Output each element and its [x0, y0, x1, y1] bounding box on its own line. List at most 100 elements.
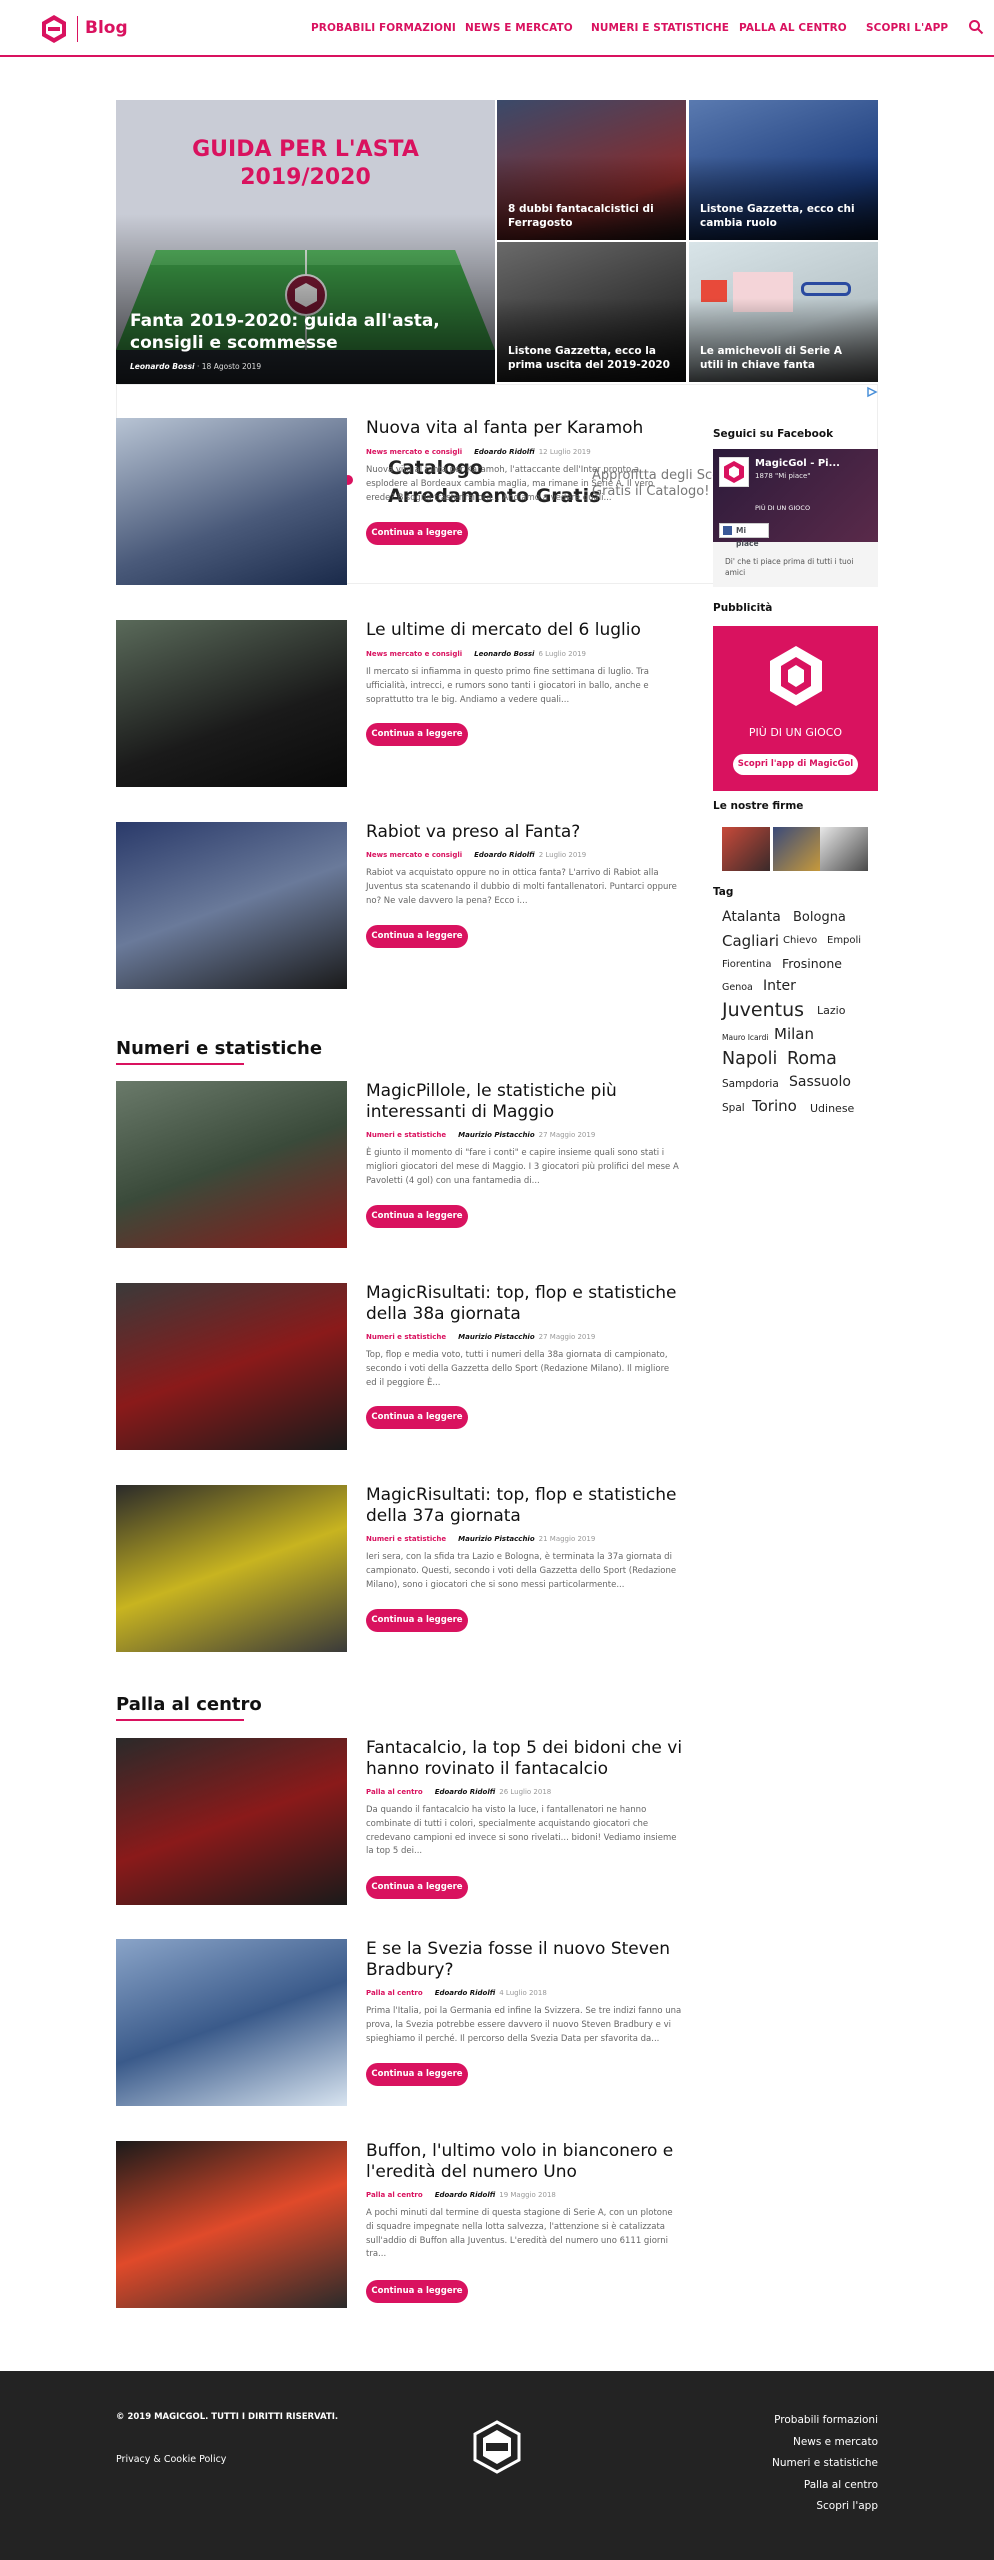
tag-link[interactable]: Juventus	[722, 999, 804, 1021]
article-title[interactable]: Le ultime di mercato del 6 luglio	[366, 620, 686, 641]
nav-numeri-e-statistiche[interactable]: NUMERI E STATISTICHE	[591, 22, 729, 34]
ad-choices-icon[interactable]	[866, 386, 878, 398]
tag-link[interactable]: Cagliari	[722, 932, 779, 950]
tag-link[interactable]: Frosinone	[782, 956, 842, 971]
article-author[interactable]: Edoardo Ridolfi	[435, 1788, 496, 1796]
tag-link[interactable]: Chievo	[783, 935, 817, 946]
tag-link[interactable]: Napoli	[722, 1049, 777, 1069]
article-title[interactable]: E se la Svezia fosse il nuovo Steven Bra…	[366, 1939, 686, 1982]
tag-link[interactable]: Inter	[763, 978, 796, 994]
tag-link[interactable]: Lazio	[817, 1004, 845, 1017]
nav-scopri-app[interactable]: SCOPRI L'APP	[866, 22, 948, 34]
facebook-page-avatar[interactable]	[719, 457, 749, 487]
hero-tile-1[interactable]: 8 dubbi fantacalcistici di Ferragosto	[497, 100, 686, 240]
article-title[interactable]: Buffon, l'ultimo volo in bianconero e l'…	[366, 2141, 686, 2184]
tag-link[interactable]: Sampdoria	[722, 1078, 779, 1090]
tag-link[interactable]: Bologna	[793, 910, 846, 925]
article-category[interactable]: News mercato e consigli	[366, 650, 462, 658]
read-more-button[interactable]: Continua a leggere	[366, 522, 468, 545]
article-image[interactable]	[116, 1081, 347, 1248]
search-icon[interactable]	[968, 19, 984, 35]
article-image[interactable]	[116, 822, 347, 989]
read-more-button[interactable]: Continua a leggere	[366, 925, 468, 948]
article-image[interactable]	[116, 2141, 347, 2308]
article-category[interactable]: News mercato e consigli	[366, 448, 462, 456]
tag-link[interactable]: Mauro Icardi	[722, 1033, 768, 1042]
footer-privacy-link[interactable]: Privacy & Cookie Policy	[116, 2454, 226, 2465]
read-more-button[interactable]: Continua a leggere	[366, 1609, 468, 1632]
hero-tile-title[interactable]: 8 dubbi fantacalcistici di Ferragosto	[508, 203, 676, 231]
article-category[interactable]: News mercato e consigli	[366, 851, 462, 859]
article-category[interactable]: Numeri e statistiche	[366, 1131, 446, 1139]
article-category[interactable]: Numeri e statistiche	[366, 1333, 446, 1341]
magicgol-promo[interactable]: PIÙ DI UN GIOCO Scopri l'app di MagicGol	[713, 626, 878, 791]
hero-tile-title[interactable]: Listone Gazzetta, ecco la prima uscita d…	[508, 345, 676, 373]
read-more-button[interactable]: Continua a leggere	[366, 1205, 468, 1228]
article-author[interactable]: Maurizio Pistacchio	[458, 1333, 535, 1341]
article-author[interactable]: Leonardo Bossi	[474, 650, 534, 658]
read-more-button[interactable]: Continua a leggere	[366, 2280, 468, 2303]
article-image[interactable]	[116, 1738, 347, 1905]
article-image[interactable]	[116, 1283, 347, 1450]
article-author[interactable]: Edoardo Ridolfi	[474, 448, 535, 456]
tag-link[interactable]: Fiorentina	[722, 959, 771, 970]
hero-tile-title[interactable]: Listone Gazzetta, ecco chi cambia ruolo	[700, 203, 868, 231]
tag-link[interactable]: Udinese	[810, 1102, 854, 1115]
hero-tile-4[interactable]: Le amichevoli di Serie A utili in chiave…	[689, 242, 878, 382]
article-title[interactable]: MagicRisultati: top, flop e statistiche …	[366, 1485, 686, 1528]
tag-link[interactable]: Atalanta	[722, 909, 781, 925]
tag-link[interactable]: Empoli	[827, 935, 861, 946]
author-avatar[interactable]	[722, 827, 770, 871]
tag-link[interactable]: Sassuolo	[789, 1074, 851, 1090]
article-category[interactable]: Numeri e statistiche	[366, 1535, 446, 1543]
read-more-button[interactable]: Continua a leggere	[366, 2063, 468, 2086]
footer-link-probabili[interactable]: Probabili formazioni	[774, 2414, 878, 2426]
footer-link-app[interactable]: Scopri l'app	[816, 2500, 878, 2512]
read-more-button[interactable]: Continua a leggere	[366, 1876, 468, 1899]
article-author[interactable]: Maurizio Pistacchio	[458, 1131, 535, 1139]
article-title[interactable]: MagicRisultati: top, flop e statistiche …	[366, 1283, 686, 1326]
footer-link-numeri[interactable]: Numeri e statistiche	[772, 2457, 878, 2469]
facebook-page-name[interactable]: MagicGol - Pi...	[755, 458, 840, 469]
hero-main-article[interactable]: GUIDA PER L'ASTA 2019/2020 Fanta 2019-20…	[116, 100, 495, 384]
blog-label[interactable]: Blog	[85, 18, 128, 38]
article-author[interactable]: Edoardo Ridolfi	[435, 1989, 496, 1997]
hero-tile-2[interactable]: Listone Gazzetta, ecco chi cambia ruolo	[689, 100, 878, 240]
hero-main-title[interactable]: Fanta 2019-2020: guida all'asta, consigl…	[130, 310, 465, 354]
article-image[interactable]	[116, 1939, 347, 2106]
hero-tile-3[interactable]: Listone Gazzetta, ecco la prima uscita d…	[497, 242, 686, 382]
hero-tile-title[interactable]: Le amichevoli di Serie A utili in chiave…	[700, 345, 868, 373]
article-image[interactable]	[116, 418, 347, 585]
article-category[interactable]: Palla al centro	[366, 1788, 423, 1796]
tag-link[interactable]: Torino	[752, 1097, 797, 1115]
tag-link[interactable]: Spal	[722, 1102, 745, 1114]
promo-app-button[interactable]: Scopri l'app di MagicGol	[733, 754, 858, 775]
footer-link-news[interactable]: News e mercato	[793, 2436, 878, 2448]
article-image[interactable]	[116, 620, 347, 787]
article-category[interactable]: Palla al centro	[366, 2191, 423, 2199]
tag-link[interactable]: Milan	[774, 1025, 814, 1043]
article-title[interactable]: Rabiot va preso al Fanta?	[366, 822, 686, 843]
article-title[interactable]: Fantacalcio, la top 5 dei bidoni che vi …	[366, 1738, 686, 1781]
footer-link-palla[interactable]: Palla al centro	[804, 2479, 878, 2491]
author-avatar[interactable]	[820, 827, 868, 871]
tag-link[interactable]: Roma	[787, 1049, 837, 1069]
facebook-widget[interactable]: MagicGol - Pi... 1878 "Mi piace" PIÙ DI …	[713, 449, 878, 587]
nav-probabili-formazioni[interactable]: PROBABILI FORMAZIONI	[311, 22, 456, 34]
nav-news-e-mercato[interactable]: NEWS E MERCATO	[465, 22, 573, 34]
article-image[interactable]	[116, 1485, 347, 1652]
author-avatar[interactable]	[773, 827, 821, 871]
article-author[interactable]: Edoardo Ridolfi	[435, 2191, 496, 2199]
magicgol-footer-logo-icon[interactable]	[472, 2420, 522, 2474]
article-title[interactable]: MagicPillole, le statistiche più interes…	[366, 1081, 686, 1124]
tag-link[interactable]: Genoa	[722, 982, 753, 993]
read-more-button[interactable]: Continua a leggere	[366, 1406, 468, 1429]
facebook-like-button[interactable]: Mi piace	[719, 523, 769, 548]
article-title[interactable]: Nuova vita al fanta per Karamoh	[366, 418, 686, 439]
article-author[interactable]: Maurizio Pistacchio	[458, 1535, 535, 1543]
magicgol-logo-icon[interactable]	[40, 14, 68, 44]
read-more-button[interactable]: Continua a leggere	[366, 723, 468, 746]
article-author[interactable]: Edoardo Ridolfi	[474, 851, 535, 859]
nav-palla-al-centro[interactable]: PALLA AL CENTRO	[739, 22, 847, 34]
article-category[interactable]: Palla al centro	[366, 1989, 423, 1997]
